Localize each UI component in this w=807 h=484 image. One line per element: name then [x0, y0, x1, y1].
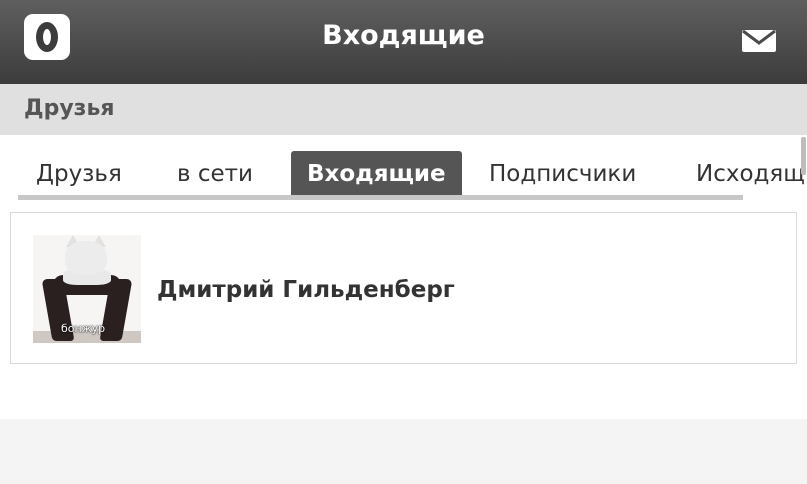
section-title: Друзья — [24, 96, 115, 121]
avatar-caption: бонжур — [61, 322, 106, 335]
friend-request-card[interactable]: бонжур Дмитрий Гильденберг — [10, 212, 797, 364]
tab-incoming[interactable]: Входящие — [291, 151, 462, 198]
avatar-cat-head — [65, 241, 107, 275]
tab-subscribers[interactable]: Подписчики — [489, 151, 636, 198]
friend-name[interactable]: Дмитрий Гильденберг — [157, 277, 455, 303]
tab-online[interactable]: в сети — [177, 151, 253, 198]
tab-friends[interactable]: Друзья — [36, 151, 122, 198]
request-list: бонжур Дмитрий Гильденберг — [0, 203, 807, 419]
avatar[interactable]: бонжур — [33, 235, 141, 343]
envelope-icon[interactable] — [741, 29, 777, 53]
top-bar: Входящие — [0, 0, 807, 84]
friends-tabs: Друзья в сети Входящие Подписчики Исходя… — [0, 135, 807, 203]
tabs-scroll-indicator — [18, 195, 743, 200]
section-header: Друзья — [0, 84, 807, 135]
scrollbar[interactable] — [801, 137, 806, 175]
tab-outgoing[interactable]: Исходящ — [696, 151, 805, 198]
page-title: Входящие — [322, 20, 485, 51]
